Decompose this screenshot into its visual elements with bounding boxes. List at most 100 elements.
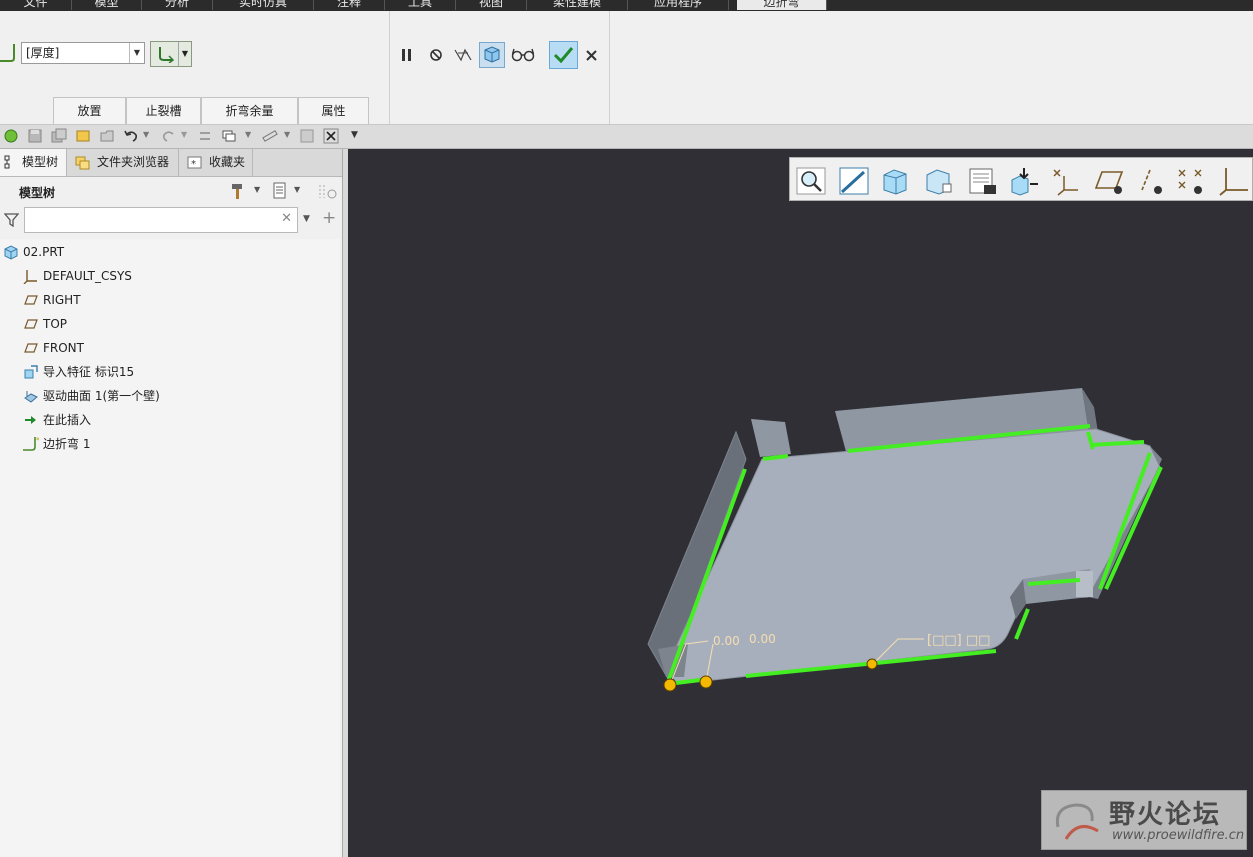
tab-tools[interactable]: 工具 [385, 0, 456, 10]
chevron-down-icon[interactable]: ▼ [303, 214, 310, 224]
driving-surface-icon [24, 391, 38, 403]
windows-icon[interactable] [221, 128, 237, 144]
subtab-properties[interactable]: 属性 [298, 97, 369, 124]
navigator-tabs: 模型树 文件夹浏览器 * 收藏夹 [0, 149, 342, 177]
tree-item-label: RIGHT [43, 293, 81, 307]
tree-item-label: DEFAULT_CSYS [43, 269, 132, 283]
tab-simulation[interactable]: 实时仿真 [213, 0, 314, 10]
slot-face[interactable] [1076, 571, 1093, 597]
chevron-down-icon[interactable]: ▼ [254, 185, 260, 194]
tab-face[interactable] [751, 419, 791, 457]
datum-plane-icon [24, 343, 38, 353]
datum-plane-icon [24, 295, 38, 305]
edge-bend-icon: * [23, 436, 39, 451]
close-icon[interactable] [323, 128, 339, 144]
tree-search-input[interactable]: ✕ [24, 207, 298, 233]
model-tree-list: 02.PRT DEFAULT_CSYS RIGHT TOP FRONT 导入特征… [0, 239, 340, 857]
tree-item-label: 导入特征 标识15 [43, 365, 135, 379]
csys-icon [23, 270, 37, 284]
chevron-down-icon[interactable]: ▼ [143, 130, 149, 139]
no-preview-button[interactable] [425, 44, 447, 66]
tab-flexible-modeling[interactable]: 柔性建模 [527, 0, 628, 10]
status-globe-icon[interactable] [3, 128, 19, 144]
model-tree-icon [4, 155, 10, 169]
bend-angle-label[interactable]: [□□] □□ [927, 633, 990, 648]
tree-item-label: 驱动曲面 1(第一个壁) [43, 389, 160, 403]
geometry-preview-icon [454, 48, 472, 62]
chevron-down-icon[interactable]: ▼ [294, 185, 300, 194]
filter-icon[interactable] [4, 212, 19, 228]
confirm-button[interactable] [549, 41, 578, 69]
chevron-down-icon[interactable]: ▼ [181, 130, 187, 139]
tab-label: 文件夹浏览器 [97, 155, 170, 169]
save-icon[interactable] [27, 128, 43, 144]
checkmark-icon [553, 47, 574, 64]
tab-favorites[interactable]: * 收藏夹 [179, 149, 253, 176]
subtab-relief[interactable]: 止裂槽 [126, 97, 201, 124]
part-icon [4, 245, 18, 260]
chevron-down-icon[interactable]: ▼ [178, 42, 191, 66]
tab-annotate[interactable]: 注释 [314, 0, 385, 10]
chevron-down-icon[interactable]: ▼ [284, 130, 290, 139]
redo-icon[interactable] [161, 128, 177, 144]
tree-title: 模型树 [19, 186, 56, 200]
ribbon: [厚度] ▼ ▼ 放置 止裂槽 折弯余量 属性 [0, 11, 1253, 125]
geometry-preview-button[interactable] [452, 44, 474, 66]
chevron-down-icon[interactable]: ▼ [245, 130, 251, 139]
verify-mode-icon [484, 46, 500, 63]
tree-header: 模型树 ▼ ▼ [0, 177, 342, 205]
chevron-down-icon[interactable]: ▼ [129, 43, 144, 63]
pause-button[interactable] [396, 44, 418, 66]
tree-item-label: 02.PRT [23, 245, 65, 259]
settings-hammer-icon[interactable] [229, 181, 247, 201]
drag-handle[interactable] [663, 678, 677, 692]
ribbon-divider [389, 11, 390, 124]
subtab-placement[interactable]: 放置 [53, 97, 126, 124]
show-columns-icon[interactable] [272, 182, 288, 200]
thickness-select-value: [厚度] [26, 46, 60, 60]
flip-handle[interactable] [866, 658, 878, 670]
regenerate-icon[interactable] [75, 128, 91, 144]
tab-applications[interactable]: 应用程序 [628, 0, 729, 10]
tab-model[interactable]: 模型 [72, 0, 142, 10]
tab-file[interactable]: 文件 [0, 0, 72, 10]
sheetmetal-wall-icon [0, 44, 15, 62]
thickness-select[interactable]: [厚度] ▼ [21, 42, 145, 64]
flip-direction-button[interactable]: ▼ [150, 41, 192, 67]
tree-item-label: 边折弯 1 [43, 437, 91, 451]
regenerate-arrows-icon[interactable] [197, 128, 213, 144]
insert-here-arrow-icon [25, 416, 36, 424]
folder-browser-icon [75, 156, 90, 170]
add-filter-icon[interactable]: + [322, 208, 336, 228]
drag-handle[interactable] [699, 675, 713, 689]
watermark-logo-icon [1055, 803, 1099, 840]
tab-model-tree[interactable]: 模型树 [0, 149, 67, 176]
verify-mode-button[interactable] [479, 42, 505, 68]
tree-item-label: FRONT [43, 341, 84, 355]
tab-edge-bend[interactable]: 边折弯 [737, 0, 827, 10]
dimension-label-2[interactable]: 0.00 [749, 632, 776, 646]
preview-glasses-button[interactable] [510, 44, 536, 66]
open-file-icon[interactable] [99, 128, 115, 144]
tab-folder-browser[interactable]: 文件夹浏览器 [67, 149, 179, 176]
close-window-icon[interactable] [299, 128, 315, 144]
dimension-label-1[interactable]: 0.00 [713, 634, 740, 648]
tab-analysis[interactable]: 分析 [142, 0, 213, 10]
cancel-button[interactable] [581, 44, 603, 66]
watermark-title: 野火论坛 [1109, 800, 1222, 830]
clear-search-icon[interactable]: ✕ [281, 211, 292, 226]
datum-plane-icon [24, 319, 38, 329]
favorites-icon: * [187, 156, 202, 170]
subtab-bend-allowance[interactable]: 折弯余量 [201, 97, 298, 124]
tree-filter-settings-icon[interactable] [318, 182, 338, 202]
measure-ruler-icon[interactable] [262, 128, 278, 144]
tree-filter-row: ✕ ▼ + [0, 207, 342, 235]
svg-text:*: * [191, 159, 196, 170]
navigator-panel: 模型树 文件夹浏览器 * 收藏夹 模型树 ▼ ▼ ✕ ▼ + 02.PRT DE… [0, 149, 342, 857]
sheetmetal-model[interactable]: 0.00 0.00 [□□] □□ [348, 149, 1253, 857]
toolbar-overflow-icon[interactable]: ▼ [351, 130, 358, 140]
graphics-window[interactable]: 0.00 0.00 [□□] □□ 野火论坛 www.proewildfire.… [348, 149, 1253, 857]
tab-view[interactable]: 视图 [456, 0, 527, 10]
save-copy-icon[interactable] [51, 128, 67, 144]
undo-icon[interactable] [123, 128, 139, 144]
